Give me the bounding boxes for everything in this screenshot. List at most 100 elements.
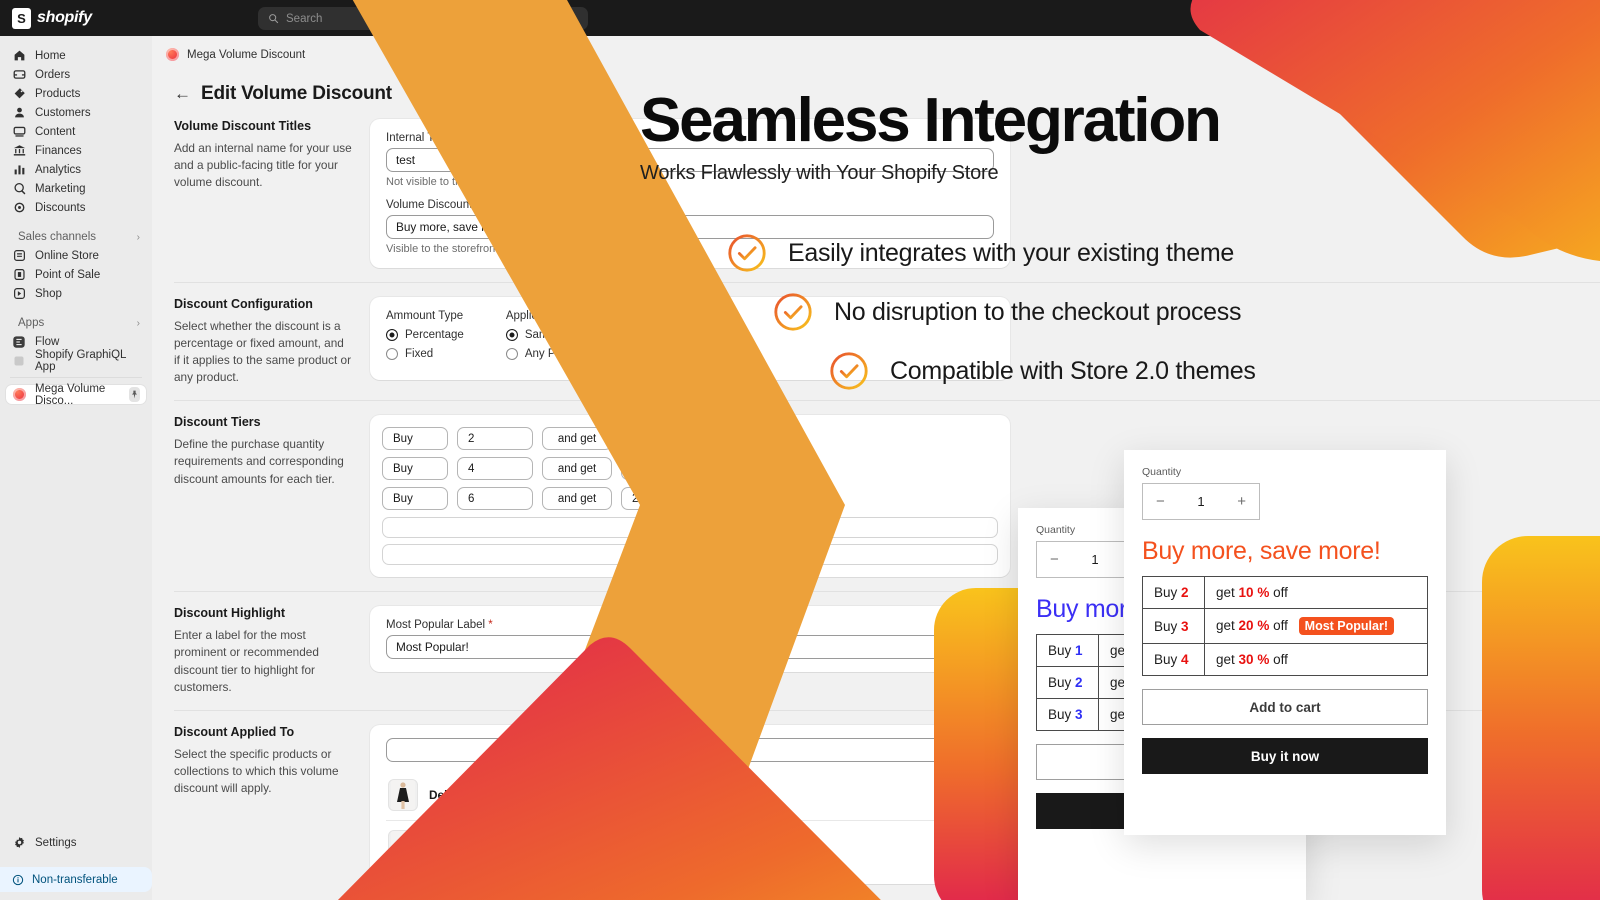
- tier-qty-input[interactable]: 2: [457, 427, 533, 451]
- status-badge-non-transferable: Non-transferable: [0, 867, 152, 892]
- buy-text: Buy: [1154, 618, 1178, 634]
- sidebar-group-apps[interactable]: Apps ›: [12, 314, 140, 332]
- sidebar-item-customers[interactable]: Customers: [6, 103, 146, 122]
- radio-any-product[interactable]: Any Product: [505, 348, 598, 360]
- tier-amount-unit: %: [674, 432, 684, 445]
- check-circle-icon: [830, 352, 868, 390]
- sidebar-group-label: Apps: [18, 317, 45, 329]
- sidebar-item-label: Online Store: [35, 249, 99, 262]
- sidebar-item-orders[interactable]: Orders: [6, 65, 146, 84]
- bar-chart-icon: [12, 163, 26, 177]
- radio-same-product[interactable]: Same Product: [505, 329, 598, 341]
- product-name: Delicious: [429, 787, 482, 802]
- buy-it-now-button[interactable]: Buy it now: [1142, 738, 1428, 774]
- gear-icon: [12, 836, 26, 850]
- sidebar-group-sales-channels[interactable]: Sales channels ›: [12, 228, 140, 246]
- decrement-button[interactable]: −: [1156, 493, 1165, 510]
- sidebar-item-content[interactable]: Content: [6, 122, 146, 141]
- section-description: Enter a label for the most prominent or …: [174, 628, 319, 694]
- tier-qty-input[interactable]: 4: [457, 457, 533, 481]
- sidebar-item-shop[interactable]: Shop: [6, 284, 146, 303]
- add-new-button[interactable]: Add new: [382, 517, 998, 539]
- tier-get-label: and get: [542, 487, 612, 511]
- tier-remove-button[interactable]: [704, 487, 738, 511]
- tier-buy-cell: Buy 3: [1142, 608, 1205, 644]
- sidebar-item-label: Discounts: [35, 201, 86, 214]
- increment-button[interactable]: +: [1237, 493, 1246, 510]
- table-row[interactable]: Buy 3 get 20 % off Most Popular!: [1142, 608, 1428, 644]
- off-text: off: [1273, 618, 1288, 633]
- sidebar-item-label: Flow: [35, 335, 60, 348]
- decrement-button[interactable]: −: [1050, 551, 1059, 568]
- product-search-input[interactable]: [386, 737, 994, 762]
- product-list-item[interactable]: Delicious: [386, 770, 994, 820]
- feature-bullets: Easily integrates with your existing the…: [640, 232, 1360, 409]
- search-input[interactable]: Search: [258, 7, 588, 30]
- quantity-value: 1: [1091, 552, 1099, 567]
- sidebar-item-graphiql[interactable]: Shopify GraphiQL App: [6, 348, 146, 373]
- tier-remove-button[interactable]: [704, 427, 738, 451]
- add-to-cart-button[interactable]: Add to cart: [1142, 689, 1428, 725]
- feature-bullet: No disruption to the checkout process: [772, 291, 1360, 333]
- section-description: Define the purchase quantity requirement…: [174, 437, 344, 486]
- quantity-stepper[interactable]: − 1 +: [1142, 483, 1260, 520]
- sidebar-item-marketing[interactable]: Marketing: [6, 179, 146, 198]
- chevron-right-icon: ›: [136, 231, 140, 243]
- feature-bullet-text: Compatible with Store 2.0 themes: [890, 356, 1256, 385]
- applied-to-card: Delicious: [370, 724, 1010, 884]
- tiers-card: Buy 2 and get 10 % Buy 4 and get 15 % Bu…: [370, 415, 1010, 578]
- sidebar-item-finances[interactable]: Finances: [6, 141, 146, 160]
- delete-last-button[interactable]: Delete last: [382, 544, 998, 566]
- tier-buy-cell: Buy 2: [1142, 576, 1205, 609]
- feature-bullet: Easily integrates with your existing the…: [726, 232, 1360, 274]
- sidebar-item-label: Shopify GraphiQL App: [35, 348, 126, 373]
- table-row[interactable]: Buy 2 get 10 % off: [1142, 576, 1428, 609]
- tier-row: Buy 4 and get 15 %: [382, 457, 998, 481]
- sidebar-item-discounts[interactable]: Discounts: [6, 198, 146, 217]
- sidebar-item-products[interactable]: Products: [6, 84, 146, 103]
- arrow-left-icon[interactable]: ←: [174, 84, 191, 104]
- sidebar-item-analytics[interactable]: Analytics: [6, 160, 146, 179]
- shopify-bag-icon: S: [12, 7, 31, 29]
- radio-label: Any Product: [524, 348, 588, 360]
- tier-buy-label: Buy: [382, 457, 448, 481]
- radio-percentage[interactable]: Percentage: [386, 329, 464, 341]
- tier-qty-input[interactable]: 6: [457, 487, 533, 511]
- check-circle-icon: [774, 293, 812, 331]
- sidebar-item-home[interactable]: Home: [6, 46, 146, 65]
- sidebar-item-label: Mega Volume Disco...: [35, 382, 106, 407]
- radio-label: Percentage: [405, 329, 464, 341]
- table-row[interactable]: Buy 4 get 30 % off: [1142, 643, 1428, 676]
- shopify-logo[interactable]: S shopify: [0, 7, 92, 29]
- sidebar-item-settings[interactable]: Settings: [6, 833, 146, 852]
- tier-remove-button[interactable]: [704, 457, 738, 481]
- get-pct: 30: [1238, 652, 1254, 667]
- tier-buy-label: Buy: [382, 487, 448, 511]
- product-list-item[interactable]: [386, 821, 994, 871]
- graphiql-icon: [12, 354, 26, 368]
- most-popular-label-input[interactable]: Most Popular!: [386, 635, 994, 660]
- breadcrumb[interactable]: Mega Volume Discount: [152, 36, 1600, 61]
- tier-amount-input[interactable]: 10 %: [621, 427, 695, 451]
- radio-fixed[interactable]: Fixed: [386, 348, 464, 360]
- sidebar-item-label: Point of Sale: [35, 268, 101, 281]
- get-unit: %: [1257, 618, 1270, 633]
- hero-section: Seamless Integration Works Flawlessly wi…: [640, 88, 1340, 185]
- sidebar-item-mega-volume-discount[interactable]: Mega Volume Disco...: [6, 382, 146, 407]
- sidebar-item-label: Customers: [35, 106, 91, 119]
- status-badge-label: Non-transferable: [32, 873, 118, 886]
- pin-icon[interactable]: [128, 387, 140, 402]
- section-title: Discount Configuration: [174, 297, 313, 311]
- tier-get-cell: get 10 % off: [1204, 576, 1428, 609]
- required-asterisk: *: [488, 619, 493, 632]
- tier-buy-cell: Buy 1: [1036, 634, 1099, 667]
- tier-amount-input[interactable]: 20 %: [621, 487, 695, 511]
- tier-amount-input[interactable]: 15 %: [621, 457, 695, 481]
- sidebar-item-point-of-sale[interactable]: Point of Sale: [6, 265, 146, 284]
- tier-get-label: and get: [542, 427, 612, 451]
- tier-buy-cell: Buy 2: [1036, 666, 1099, 699]
- sidebar-item-online-store[interactable]: Online Store: [6, 246, 146, 265]
- sidebar-item-label: Settings: [35, 836, 77, 849]
- sidebar: Home Orders Products Customers Content F…: [0, 36, 152, 900]
- tier-buy-label: Buy: [382, 427, 448, 451]
